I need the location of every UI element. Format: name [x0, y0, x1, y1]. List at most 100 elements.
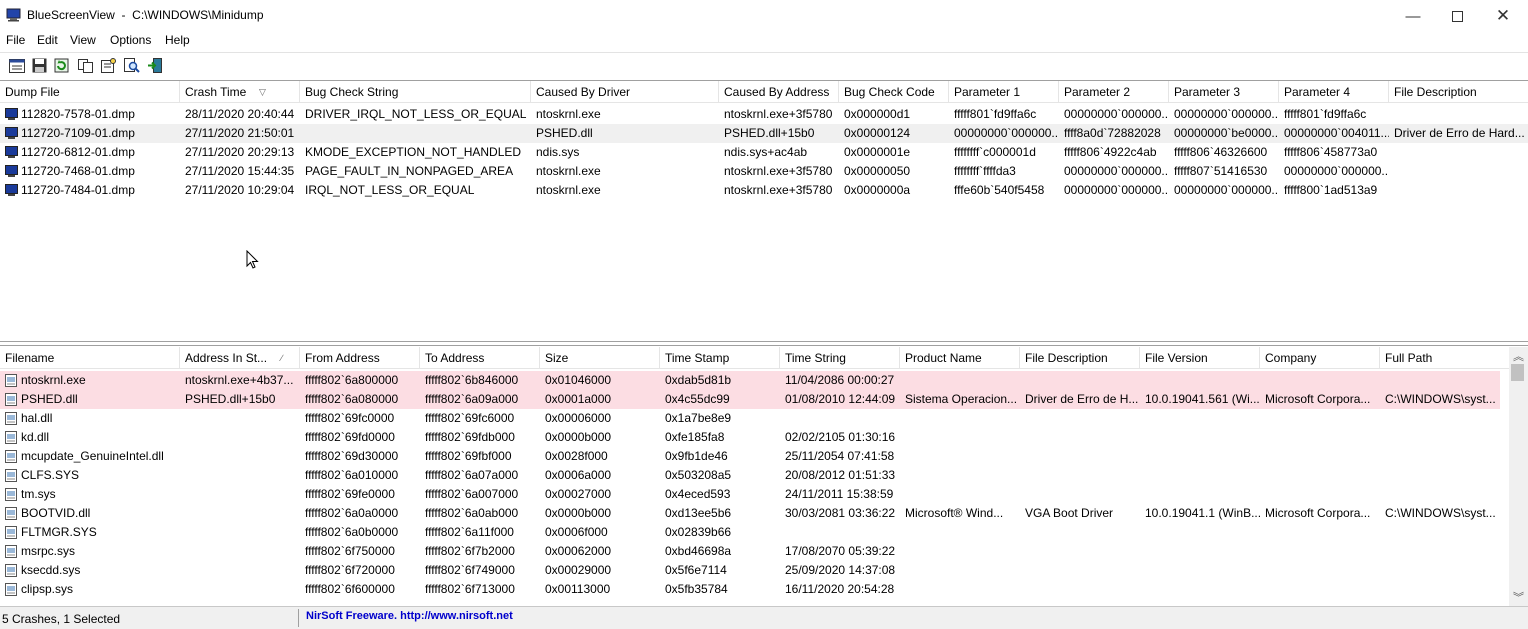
- html-report-button[interactable]: [8, 57, 25, 74]
- col-parameter-4[interactable]: Parameter 4: [1279, 81, 1389, 103]
- maximize-button[interactable]: [1434, 0, 1480, 32]
- col-file-description[interactable]: File Description: [1389, 81, 1528, 103]
- driver-row-highlighted[interactable]: ntoskrnl.exe ntoskrnl.exe+4b37... fffff802…: [0, 371, 1500, 390]
- cell-crash-time: 27/11/2020 20:29:13: [185, 145, 295, 159]
- cell-size: 0x01046000: [545, 373, 612, 387]
- col-crash-time[interactable]: Crash Time: [180, 81, 300, 103]
- cell-file-description: [1020, 428, 1140, 447]
- driver-row[interactable]: hal.dll fffff802`69fc0000 fffff802`69fc600…: [0, 409, 1500, 428]
- cell-filename: PSHED.dll: [21, 392, 78, 406]
- copy-button[interactable]: [77, 57, 94, 74]
- exit-button[interactable]: [146, 57, 163, 74]
- cell-parameter-3: fffff807`51416530: [1174, 164, 1268, 178]
- col-time-string[interactable]: Time String: [780, 347, 900, 369]
- save-button[interactable]: [31, 57, 48, 74]
- nirsoft-link[interactable]: NirSoft Freeware. http://www.nirsoft.net: [306, 610, 513, 622]
- crash-row[interactable]: 112720-7468-01.dmp 27/11/2020 15:44:35 P…: [0, 162, 1500, 181]
- cell-dump-file: 112720-7109-01.dmp: [21, 126, 135, 140]
- cell-full-path: [1380, 561, 1500, 580]
- driver-row[interactable]: BOOTVID.dll fffff802`6a0a0000 fffff802`6a0…: [0, 504, 1500, 523]
- cell-from-address: fffff802`6a010000: [305, 468, 399, 482]
- col-bug-check-code[interactable]: Bug Check Code: [839, 81, 949, 103]
- col-filename[interactable]: Filename: [0, 347, 180, 369]
- driver-list[interactable]: Filename Address In St... ∕ From Address…: [0, 345, 1528, 606]
- cell-to-address: fffff802`6a07a000: [425, 468, 519, 482]
- col-bug-check-string[interactable]: Bug Check String: [300, 81, 531, 103]
- window-title: BlueScreenView - C:\WINDOWS\Minidump: [27, 8, 264, 22]
- cell-file-version: [1140, 466, 1260, 485]
- cell-filename: tm.sys: [21, 487, 56, 501]
- minimize-button[interactable]: —: [1390, 0, 1436, 32]
- col-dump-file[interactable]: Dump File: [0, 81, 180, 103]
- maximize-icon: [1451, 10, 1463, 22]
- col-size[interactable]: Size: [540, 347, 660, 369]
- menu-file[interactable]: File: [6, 33, 25, 47]
- refresh-button[interactable]: [53, 57, 70, 74]
- cell-time-string: 20/08/2012 01:51:33: [785, 468, 896, 482]
- driver-row[interactable]: ksecdd.sys fffff802`6f720000 fffff802`6f74…: [0, 561, 1500, 580]
- cell-bug-check-string: [300, 124, 531, 143]
- col-file-description[interactable]: File Description: [1020, 347, 1140, 369]
- properties-button[interactable]: [100, 57, 117, 74]
- cell-filename: CLFS.SYS: [21, 468, 80, 482]
- close-button[interactable]: ✕: [1480, 0, 1526, 32]
- cell-parameter-1: fffe60b`540f5458: [954, 183, 1045, 197]
- cell-company: Microsoft Corpora...: [1265, 506, 1371, 520]
- crash-list[interactable]: Dump File Crash Time ▽ Bug Check String …: [0, 80, 1528, 342]
- cell-size: 0x00062000: [545, 544, 612, 558]
- crash-row[interactable]: 112720-7484-01.dmp 27/11/2020 10:29:04 I…: [0, 181, 1500, 200]
- cell-time-string: 30/03/2081 03:36:22: [785, 506, 896, 520]
- driver-row[interactable]: mcupdate_GenuineIntel.dll fffff802`69d300…: [0, 447, 1500, 466]
- cell-crash-time: 27/11/2020 10:29:04: [185, 183, 295, 197]
- driver-row-highlighted[interactable]: PSHED.dll PSHED.dll+15b0 fffff802`6a080000…: [0, 390, 1500, 409]
- driver-row[interactable]: kd.dll fffff802`69fd0000 fffff802`69fdb000…: [0, 428, 1500, 447]
- cell-filename: msrpc.sys: [21, 544, 75, 558]
- cell-to-address: fffff802`69fdb000: [425, 430, 515, 444]
- driver-row[interactable]: msrpc.sys fffff802`6f750000 fffff802`6f7b2…: [0, 542, 1500, 561]
- driver-row[interactable]: CLFS.SYS fffff802`6a010000 fffff802`6a07a0…: [0, 466, 1500, 485]
- cell-file-description: Driver de Erro de H...: [1025, 392, 1139, 406]
- driver-row[interactable]: FLTMGR.SYS fffff802`6a0b0000 fffff802`6a11…: [0, 523, 1500, 542]
- col-caused-by-address[interactable]: Caused By Address: [719, 81, 839, 103]
- col-parameter-2[interactable]: Parameter 2: [1059, 81, 1169, 103]
- scroll-up-icon[interactable]: ︽: [1513, 348, 1524, 364]
- cell-address-in-stack: PSHED.dll+15b0: [185, 392, 276, 406]
- vertical-scroll-thumb[interactable]: [1511, 364, 1524, 381]
- cell-address-in-stack: ntoskrnl.exe+4b37...: [185, 373, 294, 387]
- driver-list-vertical-scrollbar[interactable]: ︽ ︾: [1509, 347, 1528, 606]
- cell-from-address: fffff802`6a0b0000: [305, 525, 399, 539]
- find-button[interactable]: [123, 57, 140, 74]
- cell-to-address: fffff802`6a11f000: [425, 525, 514, 539]
- cell-time-string: 25/09/2020 14:37:08: [785, 563, 896, 577]
- col-full-path[interactable]: Full Path: [1380, 347, 1510, 369]
- menu-edit[interactable]: Edit: [37, 33, 58, 47]
- driver-row[interactable]: clipsp.sys fffff802`6f600000 fffff802`6f71…: [0, 580, 1500, 599]
- col-from-address[interactable]: From Address: [300, 347, 420, 369]
- menu-options[interactable]: Options: [110, 33, 151, 47]
- col-caused-by-driver[interactable]: Caused By Driver: [531, 81, 719, 103]
- cell-file-version: [1140, 447, 1260, 466]
- col-to-address[interactable]: To Address: [420, 347, 540, 369]
- crash-row-selected[interactable]: 112720-7109-01.dmp 27/11/2020 21:50:01 P…: [0, 124, 1528, 143]
- cell-time-string: 24/11/2011 15:38:59: [785, 487, 894, 501]
- cell-from-address: fffff802`6f600000: [305, 582, 395, 596]
- cell-company: [1260, 523, 1380, 542]
- col-time-stamp[interactable]: Time Stamp: [660, 347, 780, 369]
- col-company[interactable]: Company: [1260, 347, 1380, 369]
- cell-company: [1260, 580, 1380, 599]
- col-parameter-3[interactable]: Parameter 3: [1169, 81, 1279, 103]
- col-file-version[interactable]: File Version: [1140, 347, 1260, 369]
- cell-company: [1260, 485, 1380, 504]
- crash-row[interactable]: 112720-6812-01.dmp 27/11/2020 20:29:13 K…: [0, 143, 1500, 162]
- scroll-down-icon[interactable]: ︾: [1513, 589, 1524, 605]
- cell-time-stamp: 0x503208a5: [665, 468, 732, 482]
- menu-view[interactable]: View: [70, 33, 96, 47]
- crash-row[interactable]: 112820-7578-01.dmp 28/11/2020 20:40:44 D…: [0, 105, 1500, 124]
- col-parameter-1[interactable]: Parameter 1: [949, 81, 1059, 103]
- col-product-name[interactable]: Product Name: [900, 347, 1020, 369]
- cell-file-description: [1020, 523, 1140, 542]
- menu-help[interactable]: Help: [165, 33, 190, 47]
- driver-row[interactable]: tm.sys fffff802`69fe0000 fffff802`6a007000…: [0, 485, 1500, 504]
- cell-size: 0x00029000: [545, 563, 612, 577]
- col-crash-time-label: Crash Time: [185, 85, 247, 99]
